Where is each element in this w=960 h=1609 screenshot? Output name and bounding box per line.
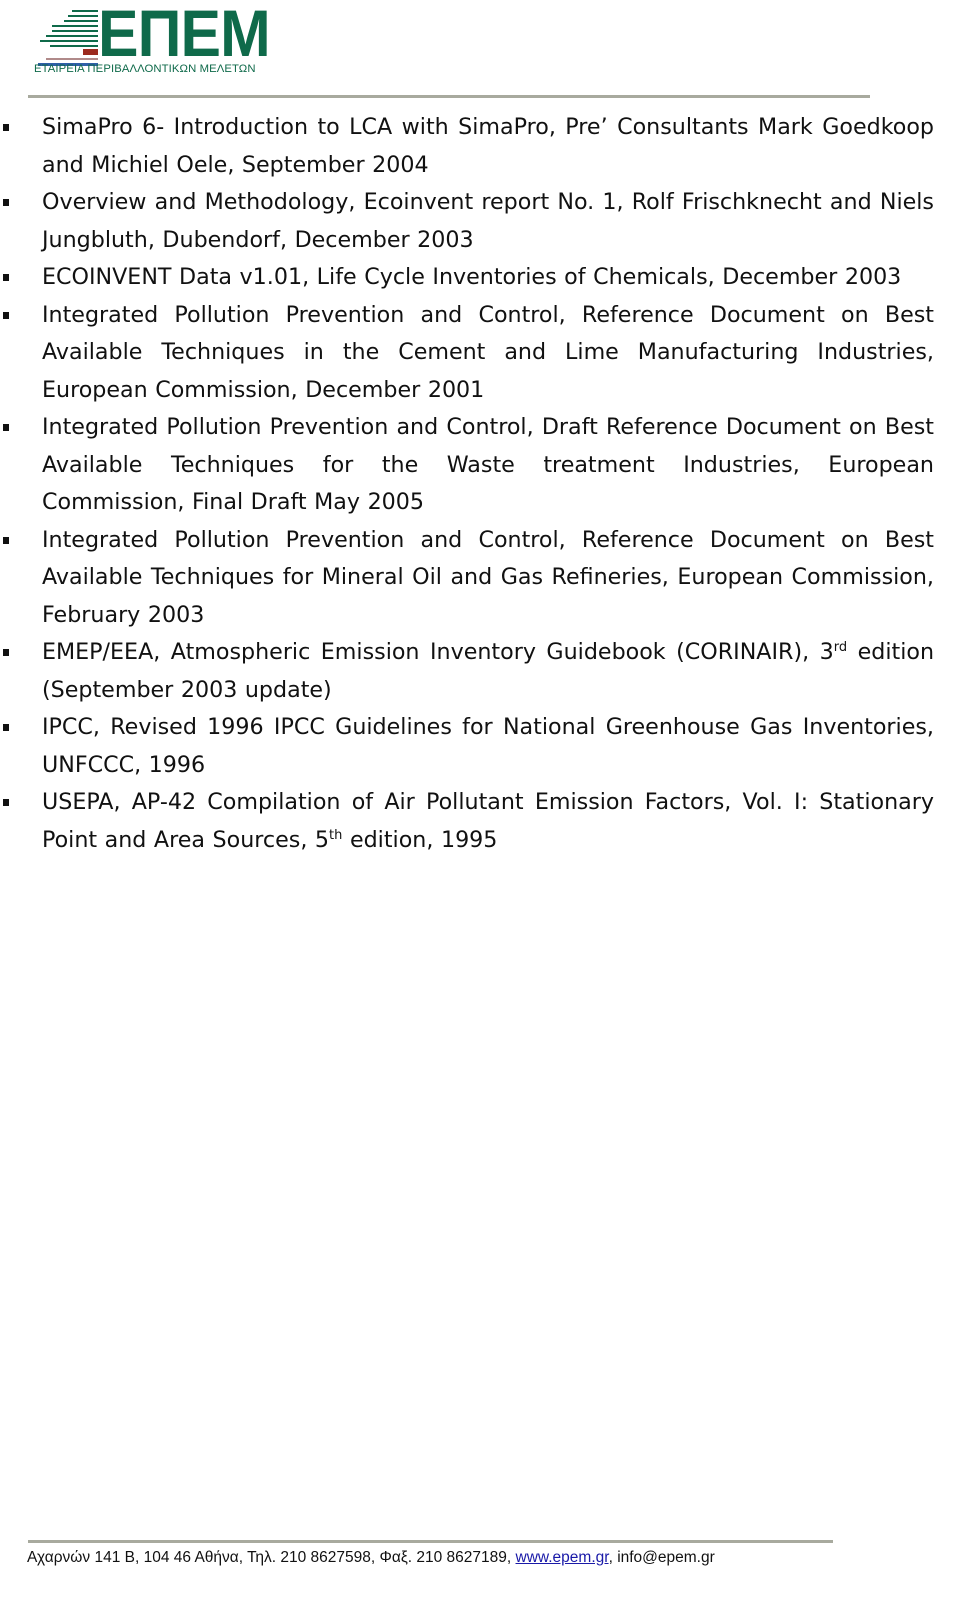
reference-item: Integrated Pollution Prevention and Cont… [0,522,934,635]
footer-address: Αχαρνών 141 Β, 104 46 Αθήνα, Τηλ. 210 86… [27,1549,516,1566]
reference-text-cont: edition, 1995 [342,826,498,853]
logo-subtitle: ΕΤΑΙΡΕΙΑ ΠΕΡΙΒΑΛΛΟΝΤΙΚΩΝ ΜΕΛΕΤΩΝ [34,63,256,75]
reference-item: EMEP/EEA, Atmospheric Emission Inventory… [0,634,934,709]
reference-text: Integrated Pollution Prevention and Cont… [42,414,934,515]
reference-item: SimaPro 6- Introduction to LCA with Sima… [0,109,934,184]
square-bullet-icon [3,311,9,319]
footer-separator: , [608,1549,618,1566]
square-bullet-icon [3,424,9,431]
reference-item: Overview and Methodology, Ecoinvent repo… [0,184,934,259]
footer-divider [28,1540,833,1543]
square-bullet-icon [3,724,9,731]
reference-text: SimaPro 6- Introduction to LCA with Sima… [42,114,934,178]
ordinal-suffix: rd [833,640,848,655]
reference-item: ECOINVENT Data v1.01, Life Cycle Invento… [0,259,934,297]
reference-text: Integrated Pollution Prevention and Cont… [42,526,934,628]
reference-item: IPCC, Revised 1996 IPCC Guidelines for N… [0,709,934,784]
ordinal-suffix: th [329,827,343,843]
reference-item: Integrated Pollution Prevention and Cont… [0,297,934,410]
reference-text: ECOINVENT Data v1.01, Life Cycle Invento… [42,264,902,290]
reference-text: Overview and Methodology, Ecoinvent repo… [42,189,934,253]
header-divider [28,95,870,98]
company-logo: ΕΠΕΜ ΕΤΑΙΡΕΙΑ ΠΕΡΙΒΑΛΛΟΝΤΙΚΩΝ ΜΕΛΕΤΩΝ [34,0,274,75]
footer-email: info@epem.gr [617,1549,715,1566]
reference-text: Integrated Pollution Prevention and Cont… [42,301,934,403]
website-link[interactable]: www.epem.gr [516,1549,609,1566]
reference-text: IPCC, Revised 1996 IPCC Guidelines for N… [42,714,934,778]
logo-wordmark: ΕΠΕΜ [98,0,271,70]
page-footer: Αχαρνών 141 Β, 104 46 Αθήνα, Τηλ. 210 86… [27,1549,715,1567]
reference-list: SimaPro 6- Introduction to LCA with Sima… [0,109,934,859]
square-bullet-icon [3,199,9,206]
square-bullet-icon [3,649,9,656]
square-bullet-icon [3,536,9,544]
square-bullet-icon [3,124,9,131]
reference-item: Integrated Pollution Prevention and Cont… [0,409,934,522]
reference-text: EMEP/EEA, Atmospheric Emission Inventory… [42,639,834,665]
reference-item: USEPA, AP-42 Compilation of Air Pollutan… [0,784,934,859]
square-bullet-icon [3,274,9,281]
logo-stripes-graphic [36,6,98,66]
square-bullet-icon [3,799,9,806]
